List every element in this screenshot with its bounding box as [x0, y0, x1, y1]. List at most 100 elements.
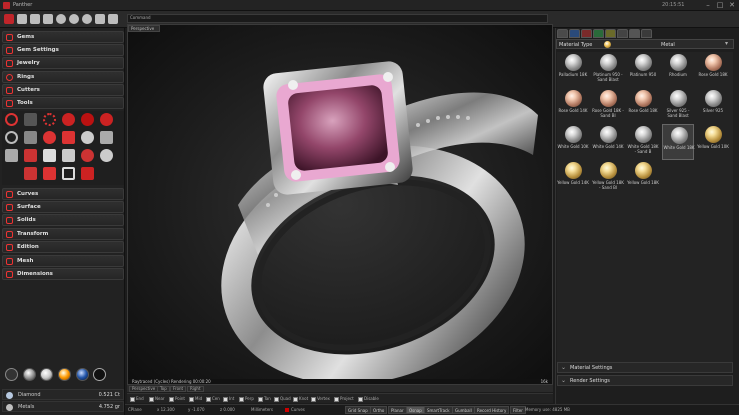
- tab-properties-icon[interactable]: [557, 29, 568, 38]
- osnap-end[interactable]: End: [130, 396, 144, 402]
- bead-tool-icon[interactable]: [81, 149, 94, 162]
- t-prong-tool-icon[interactable]: [62, 149, 75, 162]
- panel-item-curves[interactable]: Curves: [2, 188, 124, 200]
- material-silver-icon[interactable]: [23, 368, 36, 381]
- osnap-button[interactable]: Osnap: [406, 406, 425, 414]
- osnap-quad[interactable]: Quad: [274, 396, 291, 402]
- print-icon[interactable]: [43, 14, 53, 24]
- osnap-knot[interactable]: Knot: [293, 396, 308, 402]
- material-white-icon[interactable]: [40, 368, 53, 381]
- tab-help-icon[interactable]: [641, 29, 652, 38]
- tab-lights-icon[interactable]: [605, 29, 616, 38]
- osnap-project[interactable]: Project: [334, 396, 354, 402]
- settings-gear-icon[interactable]: [82, 14, 92, 24]
- array-tool-icon[interactable]: [62, 131, 75, 144]
- osnap-tan[interactable]: Tan: [258, 396, 271, 402]
- cutter-tool-icon[interactable]: [43, 131, 56, 144]
- material-type-row[interactable]: Material Type Metal ▾: [556, 39, 734, 49]
- panel-item-cutters[interactable]: Cutters: [2, 84, 124, 96]
- record-history-button[interactable]: Record History: [474, 406, 510, 414]
- panel-item-mesh[interactable]: Mesh: [2, 255, 124, 267]
- tab-perspective[interactable]: Perspective: [129, 386, 159, 392]
- layers-icon[interactable]: [108, 14, 118, 24]
- material-yellow-gold-18k[interactable]: Yellow Gold 18K: [627, 160, 659, 196]
- pipe-tool-icon[interactable]: [24, 149, 37, 162]
- osnap-vertex[interactable]: Vertex: [311, 396, 330, 402]
- dots-tool-icon[interactable]: [100, 149, 113, 162]
- pave-tool-icon[interactable]: [43, 113, 56, 126]
- material-platinum-950-sand-blast[interactable]: Platinum 950 - Sand Blast: [592, 52, 624, 88]
- maximize-button[interactable]: □: [715, 1, 725, 10]
- material-black-icon[interactable]: [93, 368, 106, 381]
- panel-item-gem-settings[interactable]: Gem Settings: [2, 44, 124, 56]
- tab-texture-icon[interactable]: [629, 29, 640, 38]
- planar-button[interactable]: Planar: [388, 406, 407, 414]
- new-file-icon[interactable]: [17, 14, 27, 24]
- panel-item-solids[interactable]: Solids: [2, 214, 124, 226]
- material-gold-icon[interactable]: [58, 368, 71, 381]
- osnap-point[interactable]: Point: [169, 396, 185, 402]
- ring-tool-icon[interactable]: [5, 113, 18, 126]
- command-input[interactable]: Command: [127, 14, 548, 23]
- prong-tool-icon[interactable]: [62, 113, 75, 126]
- globe-icon[interactable]: [5, 368, 18, 381]
- osnap-near[interactable]: Near: [149, 396, 165, 402]
- osnap-cen[interactable]: Cen: [206, 396, 220, 402]
- gumball-button[interactable]: Gumball: [452, 406, 475, 414]
- close-button[interactable]: ✕: [727, 1, 737, 10]
- tab-materials-icon[interactable]: [581, 29, 592, 38]
- material-white-gold-14k[interactable]: White Gold 14K: [592, 124, 624, 160]
- panel-item-surface[interactable]: Surface: [2, 201, 124, 213]
- pin-tool-icon[interactable]: [43, 149, 56, 162]
- tab-top[interactable]: Top: [157, 386, 170, 392]
- panel-item-tools[interactable]: Tools: [2, 97, 124, 109]
- material-white-gold-18k-selected[interactable]: White Gold 18K: [662, 124, 695, 160]
- osnap-perp[interactable]: Perp: [239, 396, 254, 402]
- osnap-disable[interactable]: Disable: [358, 396, 379, 402]
- line-tool-icon[interactable]: [24, 113, 37, 126]
- tab-render-icon[interactable]: [617, 29, 628, 38]
- tab-right[interactable]: Right: [187, 386, 204, 392]
- panel-item-gems[interactable]: Gems: [2, 31, 124, 43]
- undo-icon[interactable]: [56, 14, 66, 24]
- material-palladium-18k[interactable]: Palladium 18K: [557, 52, 589, 88]
- panel-item-edition[interactable]: Edition: [2, 241, 124, 253]
- material-rose-gold-18k-sand[interactable]: Rose Gold 18K - Sand Bl: [592, 88, 624, 124]
- minimize-button[interactable]: –: [703, 1, 713, 10]
- tab-front[interactable]: Front: [170, 386, 187, 392]
- panel-item-jewelry[interactable]: Jewelry: [2, 57, 124, 69]
- cut-tool-icon[interactable]: [24, 131, 37, 144]
- shank-tool-icon[interactable]: [24, 167, 37, 180]
- app-menu-icon[interactable]: [4, 14, 14, 24]
- tab-layers-icon[interactable]: [569, 29, 580, 38]
- material-silver-925-sand-blast[interactable]: Silver 925 - Sand Blast: [662, 88, 694, 124]
- save-icon[interactable]: [30, 14, 40, 24]
- material-white-gold-18k-sand[interactable]: White Gold 18K - Sand B: [627, 124, 659, 160]
- engrave-tool-icon[interactable]: [81, 167, 94, 180]
- viewport-name-label[interactable]: Perspective: [128, 25, 160, 32]
- bezel-tool-icon[interactable]: [81, 113, 94, 126]
- osnap-int[interactable]: Int: [223, 396, 234, 402]
- material-yellow-gold-18k-sand[interactable]: Yellow Gold 18K - Sand Bl: [592, 160, 624, 196]
- material-rose-gold-18k-a[interactable]: Rose Gold 18K: [697, 52, 729, 88]
- material-rose-gold-18k-b[interactable]: Rose Gold 18K: [627, 88, 659, 124]
- panel-item-dimensions[interactable]: Dimensions: [2, 268, 124, 280]
- options-icon[interactable]: [95, 14, 105, 24]
- material-settings-section[interactable]: ⌄ Material Settings: [557, 362, 733, 373]
- panel-item-rings[interactable]: Rings: [2, 71, 124, 83]
- material-platinum-950[interactable]: Platinum 950: [627, 52, 659, 88]
- viewport[interactable]: [127, 24, 553, 385]
- panel-item-transform[interactable]: Transform: [2, 228, 124, 240]
- redo-icon[interactable]: [69, 14, 79, 24]
- material-blue-icon[interactable]: [76, 368, 89, 381]
- tab-environment-icon[interactable]: [593, 29, 604, 38]
- box-tool-icon[interactable]: [5, 149, 18, 162]
- chevron-down-icon[interactable]: ▾: [725, 40, 728, 47]
- material-rose-gold-14k[interactable]: Rose Gold 14K: [557, 88, 589, 124]
- band-tool-icon[interactable]: [62, 167, 75, 180]
- grid-snap-button[interactable]: Grid Snap: [345, 406, 371, 414]
- smarttrack-button[interactable]: SmartTrack: [424, 406, 453, 414]
- osnap-mid[interactable]: Mid: [189, 396, 202, 402]
- material-white-gold-10k[interactable]: White Gold 10K: [557, 124, 589, 160]
- gauge-tool-icon[interactable]: [5, 131, 18, 144]
